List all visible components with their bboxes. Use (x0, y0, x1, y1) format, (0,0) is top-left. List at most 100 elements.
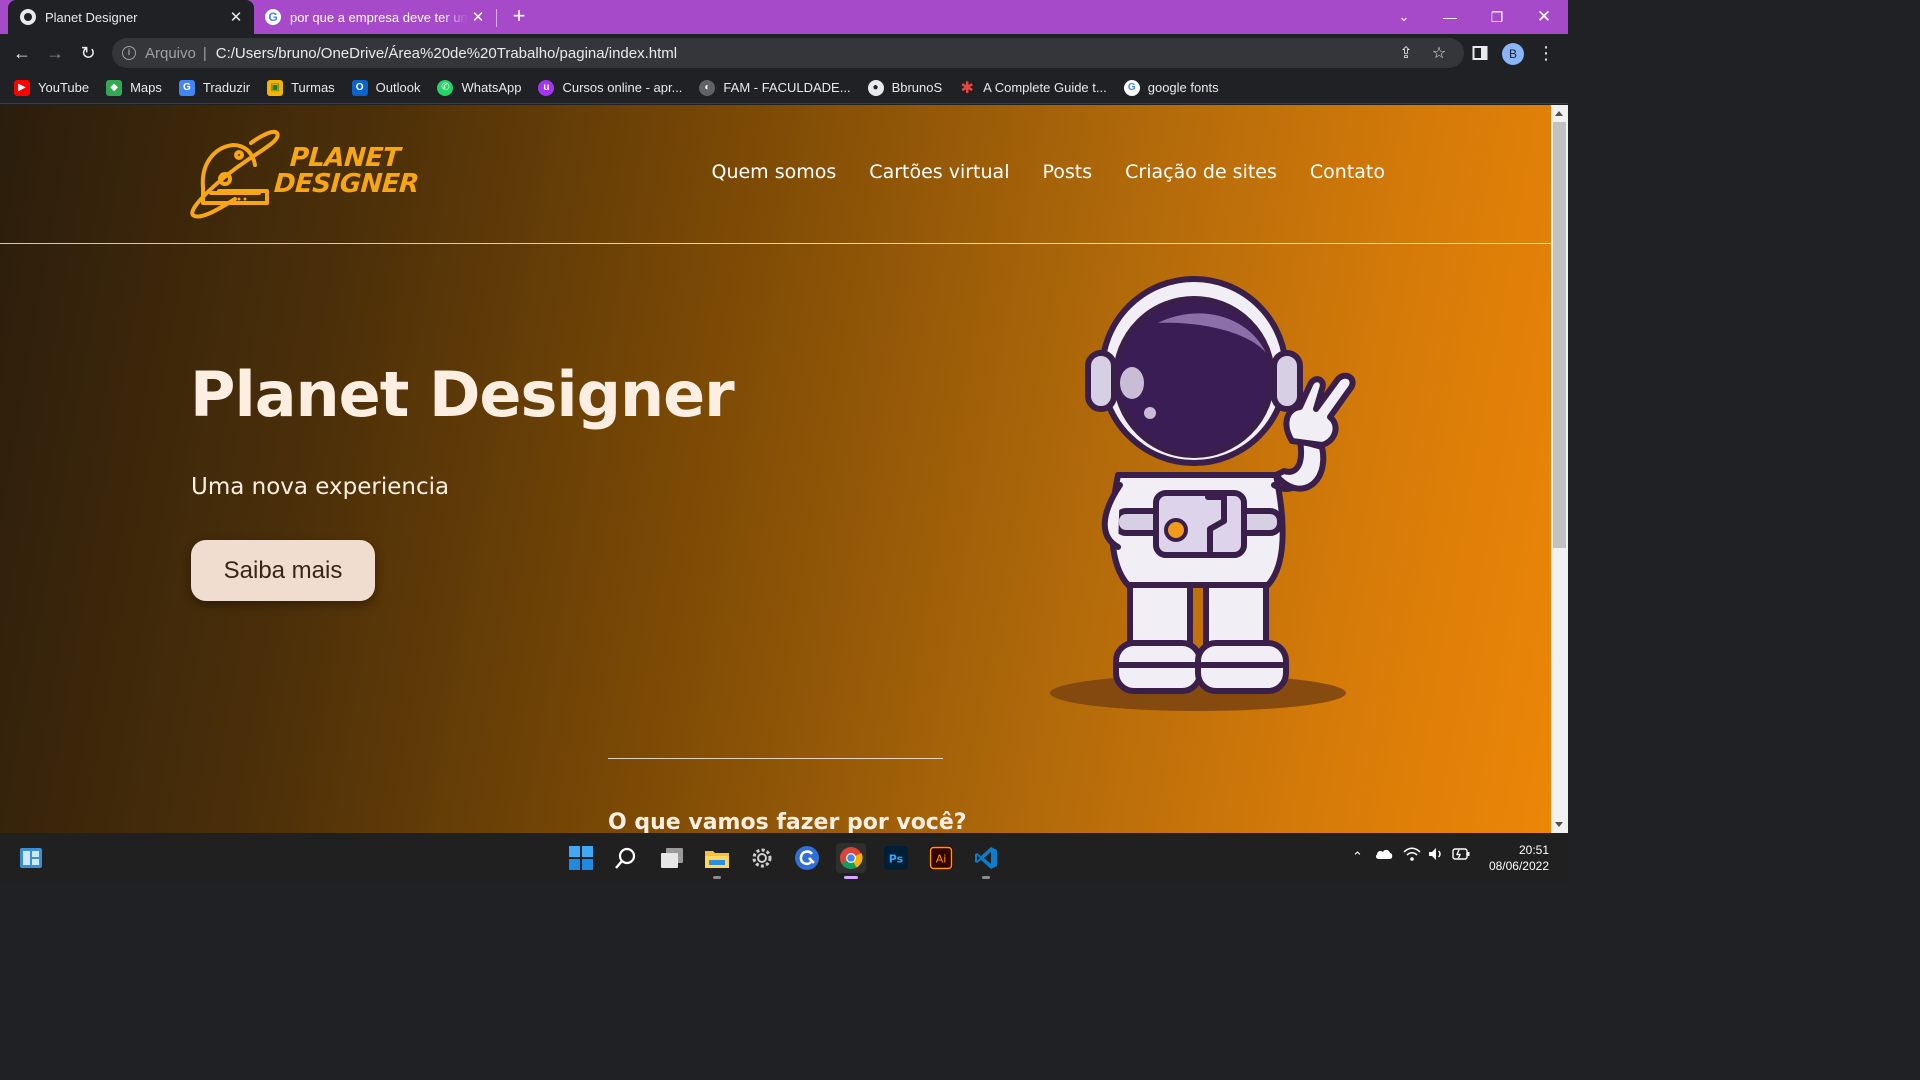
share-icon[interactable]: ⇪ (1394, 41, 1418, 65)
new-tab-button[interactable]: + (507, 5, 531, 29)
file-explorer-icon[interactable] (702, 843, 732, 879)
bookmark-label: Turmas (291, 80, 335, 95)
tab-google-search[interactable]: G por que a empresa deve ter um cartão v… (256, 0, 496, 34)
bookmark-star-icon[interactable]: ☆ (1427, 41, 1451, 65)
wifi-icon[interactable] (1403, 847, 1421, 864)
nav-criacao-de-sites[interactable]: Criação de sites (1125, 161, 1277, 183)
tab-title: por que a empresa deve ter um cartão vir… (290, 9, 468, 25)
site-logo[interactable]: PLANET DESIGNER (189, 129, 439, 221)
globe-icon (20, 9, 36, 25)
nav-cartoes-virtual[interactable]: Cartões virtual (869, 161, 1009, 183)
bookmarks-bar: ▶ YouTube ◆ Maps G Traduzir ▣ Turmas O Outloo… (0, 72, 1568, 104)
main-nav: Quem somos Cartões virtual Posts Criação… (679, 161, 1386, 183)
bookmark-label: Maps (130, 80, 162, 95)
bookmark-google-fonts[interactable]: Ggoogle fonts (1123, 79, 1219, 96)
bookmark-maps[interactable]: ◆ Maps (106, 79, 162, 96)
restore-button[interactable]: ❐ (1474, 0, 1520, 34)
address-bar[interactable]: i Arquivo | C:/Users/bruno/OneDrive/Área… (112, 38, 1464, 68)
globe-icon: ◐ (699, 79, 716, 96)
bookmark-complete-guide[interactable]: ✱ A Complete Guide t... (959, 79, 1106, 97)
asterisk-icon: ✱ (960, 79, 974, 97)
web-page: PLANET DESIGNER Quem somos Cartões virtu… (0, 105, 1551, 833)
hero-subtitle: Uma nova experiencia (191, 474, 450, 500)
browser-toolbar: ← → ↻ i Arquivo | C:/Users/bruno/OneDriv… (0, 34, 1568, 72)
classroom-icon: ▣ (267, 79, 284, 96)
bookmark-github[interactable]: ● BbrunoS (867, 79, 943, 96)
url-divider: | (202, 44, 207, 62)
bookmark-cursos[interactable]: u Cursos online - apr... (538, 79, 683, 96)
reload-icon[interactable]: ↻ (76, 41, 100, 65)
tab-search-icon[interactable]: ⌄ (1381, 0, 1427, 34)
bookmark-fam[interactable]: ◐ FAM - FACULDADE... (699, 79, 851, 96)
tab-planet-designer[interactable]: Planet Designer ✕ (8, 0, 254, 34)
illustrator-icon[interactable]: Ai (926, 843, 956, 873)
vscode-icon[interactable] (971, 843, 1001, 879)
page-scrollbar[interactable] (1551, 105, 1568, 833)
clock-time: 20:51 (1518, 843, 1549, 857)
onedrive-icon[interactable] (1375, 848, 1393, 863)
bookmark-label: YouTube (38, 80, 90, 95)
google-icon: G (265, 9, 281, 25)
translate-icon: G (178, 79, 195, 96)
tab-separator (496, 9, 497, 27)
url-text[interactable]: C:/Users/bruno/OneDrive/Área%20de%20Trab… (216, 45, 677, 62)
volume-icon[interactable] (1428, 847, 1444, 864)
system-clock[interactable]: 20:51 08/06/2022 (1489, 842, 1549, 874)
side-panel-icon[interactable] (1468, 41, 1492, 65)
scroll-down-icon[interactable] (1555, 822, 1563, 827)
widgets-icon[interactable] (16, 843, 46, 873)
settings-icon[interactable] (747, 843, 777, 873)
back-icon[interactable]: ← (10, 41, 34, 65)
logo-wordmark: PLANET DESIGNER (273, 143, 421, 199)
svg-text:Ai: Ai (936, 853, 947, 866)
close-window-button[interactable]: ✕ (1521, 0, 1567, 34)
running-indicator (982, 876, 990, 879)
bookmark-whatsapp[interactable]: ✆ WhatsApp (437, 79, 522, 96)
nav-contato[interactable]: Contato (1310, 161, 1385, 183)
scroll-up-icon[interactable] (1555, 111, 1563, 116)
bookmark-youtube[interactable]: ▶ YouTube (14, 79, 90, 96)
tab-title: Planet Designer (45, 9, 138, 25)
start-icon[interactable] (566, 843, 596, 873)
scroll-thumb[interactable] (1553, 122, 1566, 548)
show-hidden-icons[interactable]: ⌃ (1352, 849, 1363, 865)
nav-posts[interactable]: Posts (1042, 161, 1092, 183)
planet-logo-icon (190, 130, 280, 219)
battery-icon[interactable] (1452, 848, 1470, 863)
profile-avatar[interactable]: B (1502, 43, 1524, 65)
forward-icon[interactable]: → (43, 41, 67, 65)
astronaut-illustration (1050, 276, 1356, 711)
search-icon[interactable] (611, 843, 641, 873)
logo-line-2: DESIGNER (273, 169, 420, 199)
github-icon: ● (867, 79, 884, 96)
photoshop-icon[interactable]: Ps (881, 843, 911, 873)
saiba-mais-button[interactable]: Saiba mais (191, 540, 375, 601)
minimize-button[interactable]: — (1427, 0, 1473, 34)
site-header: PLANET DESIGNER Quem somos Cartões virtu… (0, 105, 1551, 244)
bookmark-outlook[interactable]: O Outlook (351, 79, 420, 96)
bookmark-traduzir[interactable]: G Traduzir (178, 79, 251, 96)
bookmark-turmas[interactable]: ▣ Turmas (267, 79, 335, 96)
url-scheme: Arquivo (145, 44, 196, 62)
task-view-icon[interactable] (657, 843, 687, 873)
outlook-icon: O (351, 79, 368, 96)
windows-taskbar: Ps Ai ⌃ 20:51 08/06/2022 (0, 833, 1568, 882)
close-tab-icon[interactable]: ✕ (468, 7, 488, 27)
udemy-icon: u (538, 79, 555, 96)
bookmark-label: Traduzir (202, 80, 251, 95)
tab-strip: Planet Designer ✕ G por que a empresa de… (0, 0, 1568, 34)
bookmark-label: google fonts (1147, 80, 1219, 95)
running-indicator (713, 876, 721, 879)
bookmark-label: WhatsApp (461, 80, 522, 95)
nav-quem-somos[interactable]: Quem somos (712, 161, 837, 183)
info-icon[interactable]: i (122, 46, 136, 60)
chrome-icon[interactable] (836, 843, 866, 879)
close-tab-icon[interactable]: ✕ (226, 7, 246, 27)
whatsapp-icon: ✆ (437, 79, 454, 96)
app-icon[interactable] (792, 843, 822, 873)
menu-icon[interactable]: ⋮ (1534, 41, 1558, 65)
maps-icon: ◆ (106, 79, 123, 96)
bookmark-label: BbrunoS (891, 80, 943, 95)
svg-text:Ps: Ps (889, 853, 904, 866)
bookmark-label: Cursos online - apr... (562, 80, 683, 95)
